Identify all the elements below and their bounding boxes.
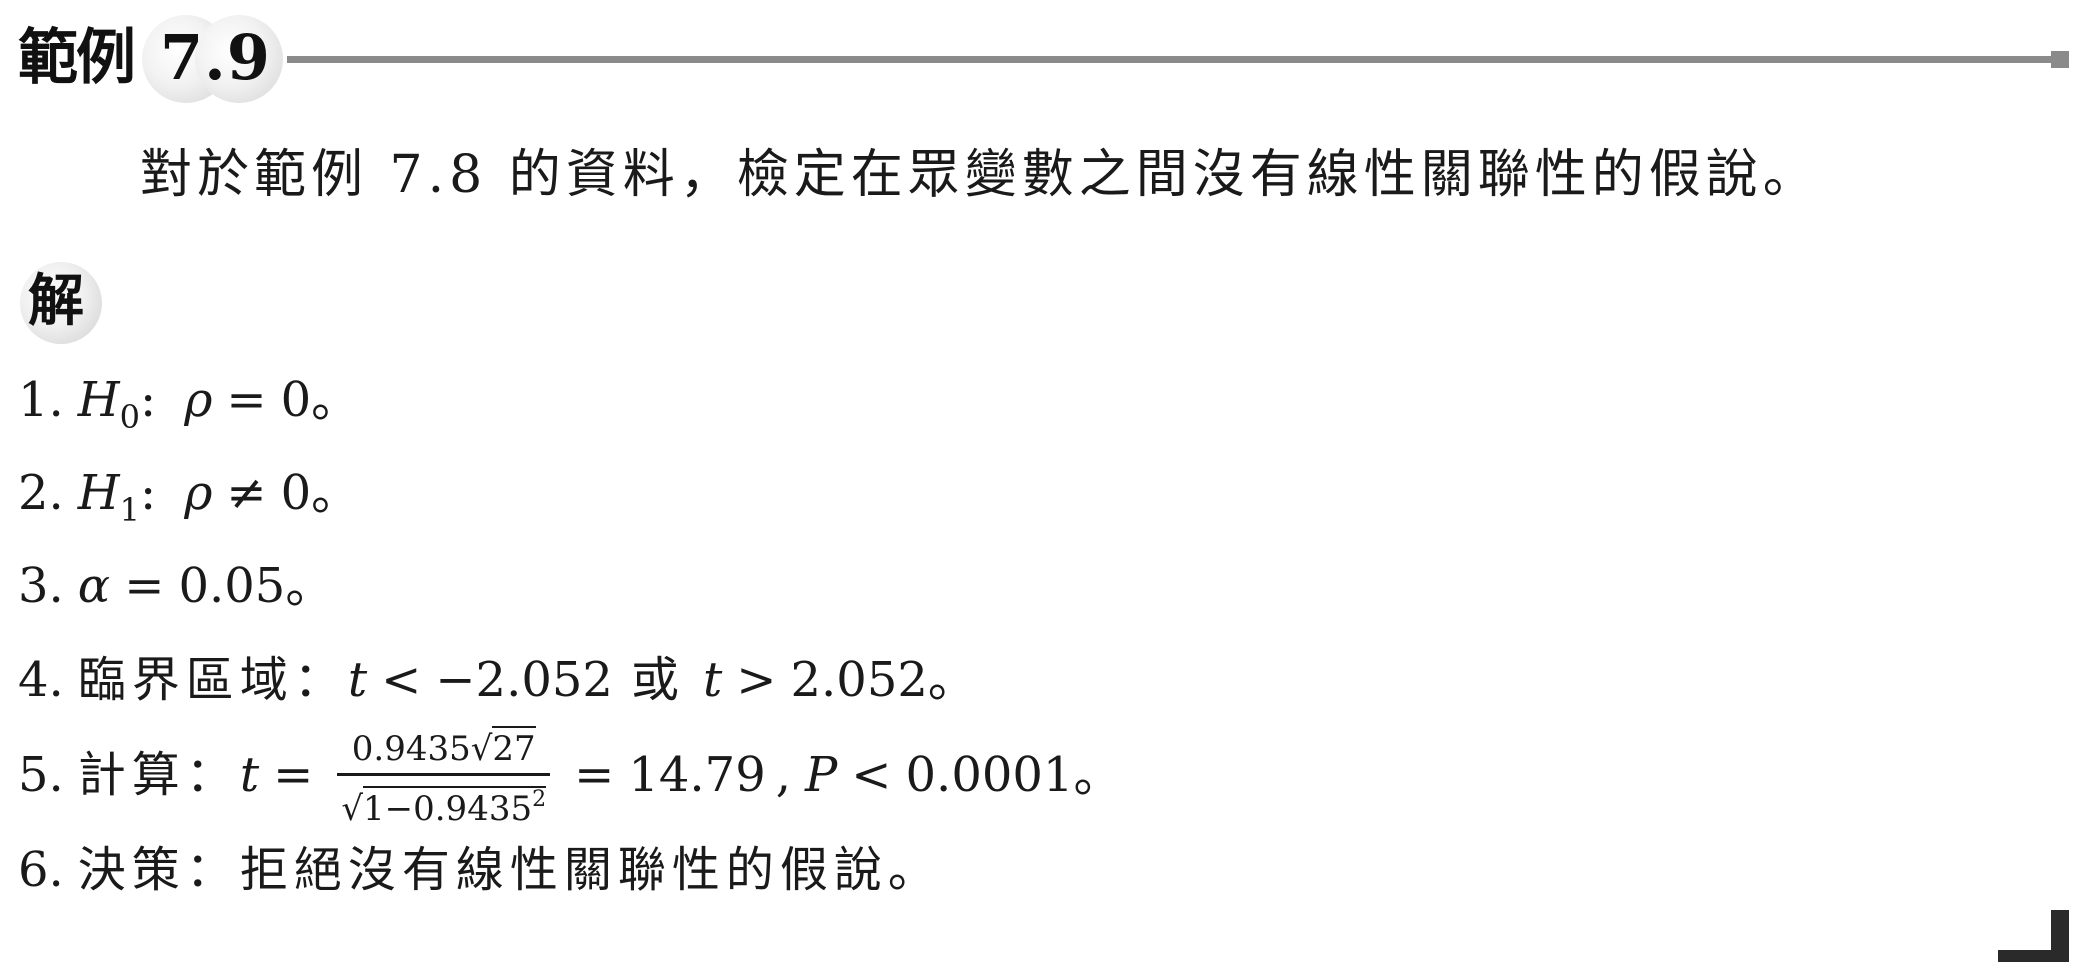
- critical-region-label: 臨界區域：: [77, 652, 348, 708]
- colon: :: [140, 372, 157, 428]
- equals-operator: =: [124, 558, 165, 614]
- significance-value: 0.05: [178, 558, 286, 614]
- header-rule-end: [2051, 51, 2069, 68]
- step-5: 5. 計算：t = 0.9435√27 √1−0.94352 = 14.79, P <0.000…: [18, 725, 1121, 829]
- example-number-badge: 7.9: [140, 15, 285, 103]
- step-2: 2. H1: ρ ≠ 0。: [18, 463, 359, 540]
- end-mark-horizontal: [1998, 950, 2069, 962]
- equals-operator: =: [273, 747, 314, 803]
- step-3: 3. α = 0.05。: [18, 556, 333, 616]
- hypothesis-value: 0: [280, 372, 312, 428]
- example-number: 7.9: [160, 21, 271, 94]
- problem-statement: 對於範例 7.8 的資料，檢定在眾變數之間沒有線性關聯性的假說。: [140, 145, 1820, 205]
- equals-operator: =: [574, 747, 615, 803]
- fraction-numerator: 0.9435√27: [337, 725, 551, 776]
- hypothesis-value: 0: [280, 465, 312, 521]
- numerator-coefficient: 0.9435: [351, 728, 471, 769]
- p-symbol: P: [805, 747, 838, 803]
- alpha-symbol: α: [77, 558, 111, 614]
- computation-label: 計算：: [77, 747, 240, 803]
- denominator-exponent: 2: [532, 786, 547, 812]
- critical-value-upper: 2.052: [790, 652, 928, 708]
- solution-badge: 解: [20, 262, 102, 344]
- hypothesis-subscript: 0: [119, 398, 141, 436]
- step-number: 2.: [18, 465, 64, 521]
- colon: :: [140, 465, 157, 521]
- example-header: 範例 7.9: [0, 0, 2083, 120]
- or-text: 或: [630, 652, 685, 708]
- header-rule: [287, 56, 2051, 63]
- denominator-inner: 1−0.9435: [363, 788, 533, 829]
- step-number: 1.: [18, 372, 64, 428]
- period: 。: [311, 465, 360, 521]
- p-value: 0.0001: [905, 747, 1074, 803]
- equals-operator: =: [226, 372, 267, 428]
- fraction-denominator: √1−0.94352: [337, 776, 550, 829]
- t-symbol: t: [347, 652, 368, 708]
- step-number: 4.: [18, 652, 64, 708]
- hypothesis-symbol: H: [77, 465, 120, 521]
- step-number: 5.: [18, 747, 64, 803]
- t-result: 14.79: [628, 747, 766, 803]
- step-4: 4. 臨界區域：t < −2.052 或 t >2.052。: [18, 650, 976, 710]
- t-statistic-fraction: 0.9435√27 √1−0.94352: [337, 725, 551, 829]
- step-1: 1. H0: ρ = 0。: [18, 370, 359, 447]
- greater-than-operator: >: [736, 652, 777, 708]
- period: 。: [927, 652, 976, 708]
- denominator-radicand: 1−0.94352: [363, 785, 547, 829]
- t-symbol: t: [239, 747, 260, 803]
- sqrt-symbol: √: [341, 788, 363, 829]
- step-6: 6. 決策：拒絕沒有線性關聯性的假說。: [18, 840, 942, 900]
- hypothesis-symbol: H: [77, 372, 120, 428]
- rho-symbol: ρ: [184, 465, 213, 521]
- period: 。: [311, 372, 360, 428]
- period: 。: [1073, 747, 1122, 803]
- period: 。: [285, 558, 334, 614]
- numerator-radicand: 27: [492, 725, 536, 769]
- comma: ,: [775, 747, 791, 803]
- example-label: 範例: [18, 23, 136, 93]
- step-number: 6.: [18, 842, 64, 898]
- solution-label: 解: [28, 269, 84, 334]
- not-equal-operator: ≠: [226, 465, 267, 521]
- t-symbol: t: [702, 652, 723, 708]
- decision-label: 決策：: [77, 842, 240, 898]
- less-than-operator: <: [851, 747, 892, 803]
- hypothesis-subscript: 1: [119, 491, 141, 529]
- critical-value-lower: −2.052: [435, 652, 613, 708]
- step-number: 3.: [18, 558, 64, 614]
- rho-symbol: ρ: [184, 372, 213, 428]
- less-than-operator: <: [381, 652, 422, 708]
- decision-text: 拒絕沒有線性關聯性的假說。: [239, 842, 942, 898]
- sqrt-symbol: √: [470, 728, 493, 769]
